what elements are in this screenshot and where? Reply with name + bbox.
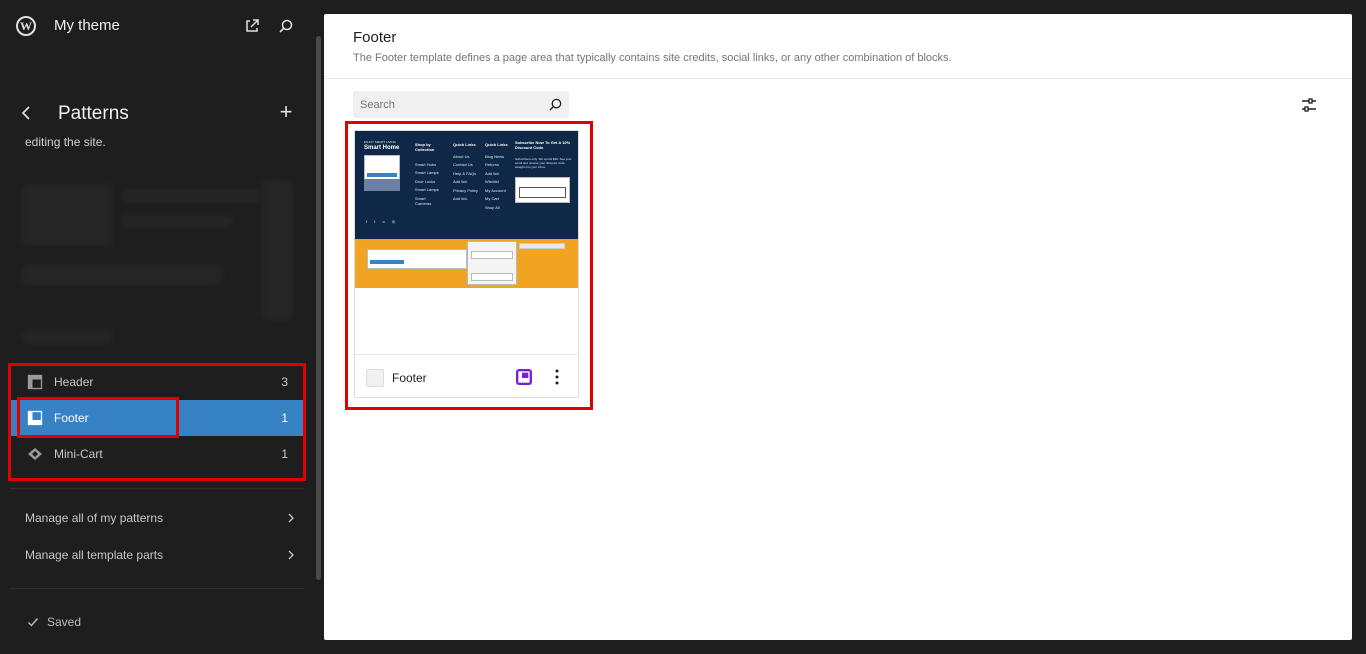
divider bbox=[324, 78, 1352, 79]
preview-col3-item: Wishlist bbox=[485, 179, 499, 184]
preview-subscribe-text: Subscribers only. We spend $30. See your… bbox=[515, 157, 572, 169]
preview-input bbox=[519, 187, 566, 198]
mini-cart-icon bbox=[28, 448, 42, 460]
page-description: The Footer template defines a page area … bbox=[353, 52, 952, 64]
preview-col3-item: Returns bbox=[485, 162, 500, 167]
preview-popover-input bbox=[471, 251, 513, 259]
sidebar-item-count: 3 bbox=[281, 375, 288, 389]
filter-settings-icon[interactable] bbox=[1301, 97, 1317, 113]
preview-blank bbox=[355, 288, 578, 354]
card-title[interactable]: Footer bbox=[392, 371, 427, 385]
search-box bbox=[353, 91, 569, 118]
preview-col2-title: Quick Links bbox=[453, 142, 476, 147]
pattern-preview[interactable]: ENJOY SMART LIVING Smart Home Shop by Co… bbox=[355, 131, 578, 354]
sidebar-item-label: Mini-Cart bbox=[54, 447, 103, 461]
manage-template-parts-label: Manage all template parts bbox=[25, 548, 164, 562]
pattern-card[interactable]: ENJOY SMART LIVING Smart Home Shop by Co… bbox=[354, 130, 579, 398]
preview-col3-item: Blog News bbox=[485, 154, 505, 159]
preview-brand: Smart Home bbox=[364, 145, 400, 151]
preview-button bbox=[367, 173, 397, 177]
divider bbox=[10, 588, 304, 589]
preview-subscribe-title: Subscribe Now To Get A 10% Discount Code… bbox=[515, 140, 571, 150]
manage-patterns-link[interactable]: Manage all of my patterns bbox=[25, 511, 295, 525]
preview-col3-title: Quick Links bbox=[485, 142, 508, 147]
manage-template-parts-link[interactable]: Manage all template parts bbox=[25, 548, 295, 562]
preview-col2-item: Contact Us bbox=[453, 162, 473, 167]
site-title[interactable]: My theme bbox=[54, 17, 120, 34]
preview-col2-item: Privacy Policy bbox=[453, 188, 478, 193]
preview-col2-item: Add link bbox=[453, 179, 468, 184]
external-link-icon[interactable] bbox=[244, 18, 260, 34]
search-icon[interactable] bbox=[548, 97, 563, 112]
sidebar-item-count: 1 bbox=[281, 411, 288, 425]
page-title: Footer bbox=[353, 29, 397, 46]
sidebar-item-count: 1 bbox=[281, 447, 288, 461]
sidebar-item-mini-cart[interactable]: Mini-Cart 1 bbox=[10, 436, 304, 472]
preview-social-icons: f t o ◎ bbox=[366, 219, 399, 224]
preview-col2-item: About Us bbox=[453, 154, 470, 159]
preview-col1-item: Door Locks bbox=[415, 179, 436, 184]
sidebar-item-label: Footer bbox=[54, 411, 89, 425]
main-canvas: Footer The Footer template defines a pag… bbox=[324, 14, 1352, 640]
template-part-icon bbox=[516, 369, 532, 385]
footer-icon bbox=[27, 410, 43, 426]
sidebar: W My theme Patterns + editing the site. bbox=[0, 0, 314, 654]
section-description: editing the site. bbox=[25, 135, 106, 149]
site-header: W My theme bbox=[0, 0, 314, 52]
preview-orange-card bbox=[367, 249, 467, 269]
sidebar-item-label: Header bbox=[54, 375, 94, 389]
chevron-right-icon bbox=[288, 513, 294, 523]
preview-col1-item: Smart Cameras bbox=[415, 196, 432, 206]
preview-col3-item: My Account bbox=[485, 188, 506, 193]
manage-patterns-label: Manage all of my patterns bbox=[25, 511, 164, 525]
preview-col3-item: Add link bbox=[485, 171, 500, 176]
chevron-right-icon bbox=[288, 550, 294, 560]
preview-col1-item: Smart Lamps bbox=[415, 187, 439, 192]
section-title: Patterns bbox=[58, 103, 129, 124]
search-input[interactable] bbox=[353, 91, 543, 118]
preview-popover-input bbox=[471, 273, 513, 281]
back-chevron-icon[interactable] bbox=[18, 104, 34, 122]
wordpress-logo-icon[interactable]: W bbox=[16, 16, 36, 36]
select-checkbox[interactable] bbox=[366, 369, 384, 387]
more-options-icon[interactable] bbox=[549, 368, 565, 386]
preview-col1-item: Smart Hubs bbox=[415, 162, 437, 167]
preview-orange-button bbox=[370, 260, 404, 264]
sidebar-item-header[interactable]: Header 3 bbox=[10, 364, 304, 400]
preview-col2-item: Add link bbox=[453, 196, 468, 201]
pattern-category-list: Header 3 Footer 1 Mini-Cart 1 bbox=[10, 364, 304, 472]
card-footer: Footer bbox=[355, 354, 578, 398]
sidebar-scrollbar[interactable] bbox=[316, 36, 321, 580]
add-pattern-button[interactable]: + bbox=[277, 101, 295, 123]
save-status-label: Saved bbox=[47, 615, 82, 629]
preview-col1-item: Smart Lamps bbox=[415, 170, 439, 175]
save-status: Saved bbox=[27, 615, 81, 629]
preview-image bbox=[364, 179, 400, 191]
preview-col2-item: Help & FAQs bbox=[453, 171, 477, 176]
preview-col3-item: My Cart bbox=[485, 196, 499, 201]
sidebar-item-footer[interactable]: Footer 1 bbox=[10, 400, 304, 436]
preview-badges bbox=[519, 243, 565, 249]
divider bbox=[10, 488, 304, 489]
preview-col3-item: Shop All bbox=[485, 205, 500, 210]
check-icon bbox=[28, 618, 39, 627]
blurred-placeholder bbox=[22, 170, 292, 350]
preview-col1-title: Shop by Collection bbox=[415, 142, 435, 152]
header-icon bbox=[27, 374, 43, 390]
search-icon[interactable] bbox=[278, 18, 294, 34]
